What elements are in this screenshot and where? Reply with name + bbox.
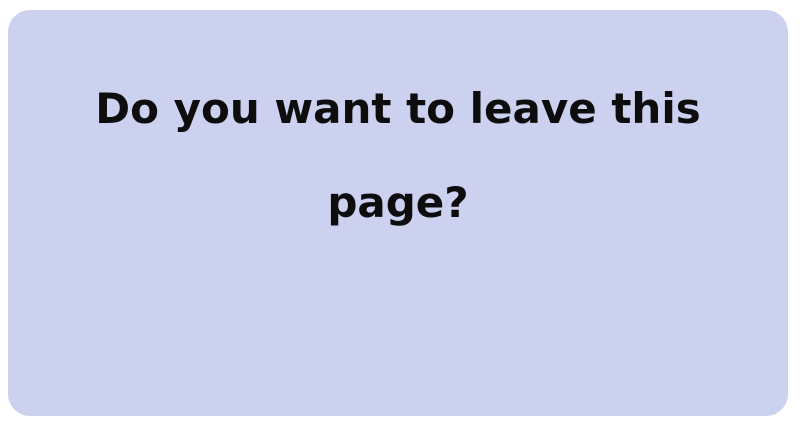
leave-page-dialog: Do you want to leave this page? (8, 10, 788, 416)
dialog-message: Do you want to leave this page? (95, 84, 701, 227)
